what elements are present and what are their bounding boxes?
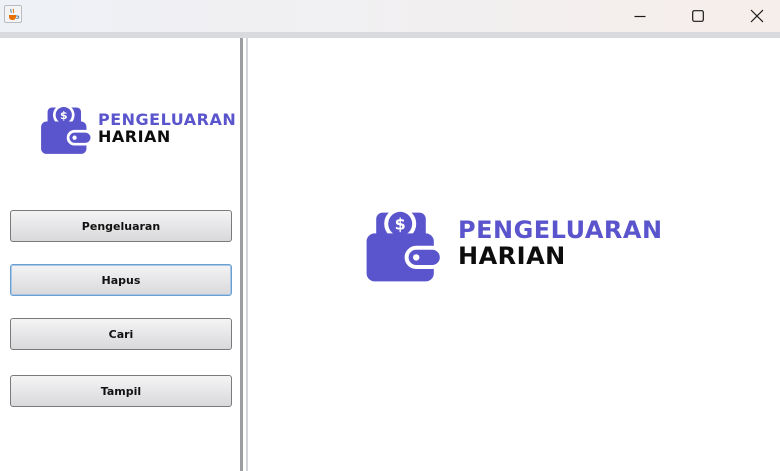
title-bar xyxy=(0,0,780,32)
svg-text:$: $ xyxy=(60,109,68,122)
tampil-button[interactable]: Tampil xyxy=(10,375,232,407)
cari-button[interactable]: Cari xyxy=(10,318,232,350)
pengeluaran-button[interactable]: Pengeluaran xyxy=(10,210,232,242)
svg-text:$: $ xyxy=(395,214,406,233)
main-logo-title: PENGELUARAN xyxy=(458,216,663,244)
wallet-dollar-icon: $ xyxy=(366,207,444,282)
close-icon xyxy=(750,9,764,23)
hapus-button[interactable]: Hapus xyxy=(10,264,232,296)
maximize-button[interactable] xyxy=(675,0,721,32)
main-panel: $ PENGELUARAN HARIAN xyxy=(248,38,780,471)
sidebar: $ PENGELUARAN HARIAN Pengeluaran Hapus C… xyxy=(0,38,240,471)
split-pane-divider[interactable] xyxy=(240,38,248,471)
minimize-icon xyxy=(634,15,646,18)
wallet-dollar-icon: $ xyxy=(41,104,94,154)
minimize-button[interactable] xyxy=(617,0,663,32)
main-logo-subtitle: HARIAN xyxy=(458,242,566,270)
maximize-icon xyxy=(692,10,704,22)
sidebar-logo-title: PENGELUARAN xyxy=(98,110,237,129)
close-button[interactable] xyxy=(734,0,780,32)
java-coffee-cup-icon[interactable] xyxy=(4,5,22,23)
sidebar-logo-subtitle: HARIAN xyxy=(98,127,171,146)
